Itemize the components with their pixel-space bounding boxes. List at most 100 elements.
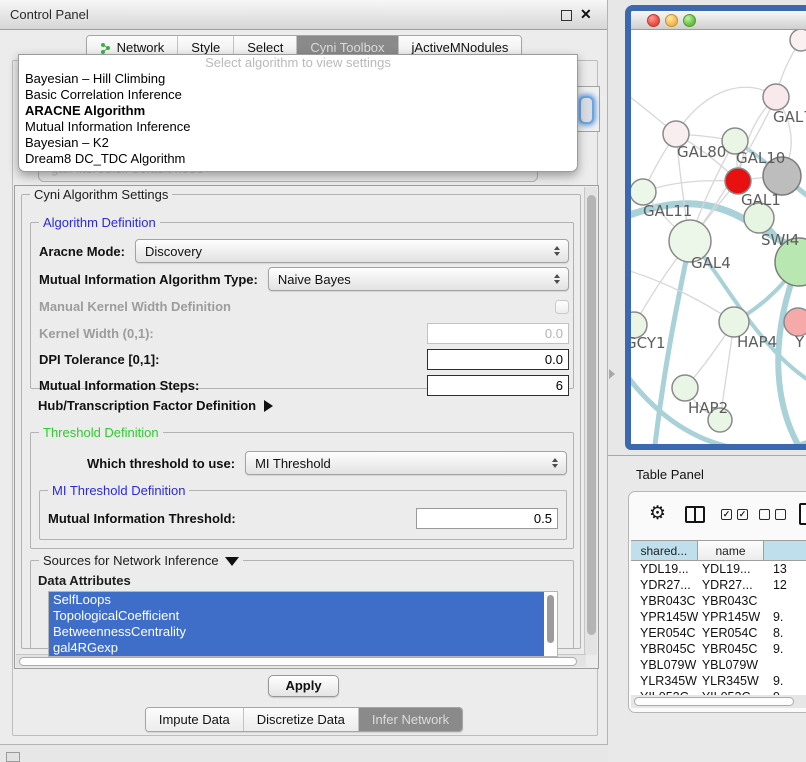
node-hap2[interactable]	[672, 375, 698, 401]
table-row[interactable]: YER054CYER054C8.	[631, 625, 806, 641]
node-salmon[interactable]	[784, 308, 806, 336]
table-cell[interactable]: YER054C	[631, 625, 698, 641]
table-cell[interactable]: YBL079W	[698, 657, 764, 673]
attribute-list-item[interactable]: BetweennessCentrality	[49, 624, 544, 640]
table-toolbar: ⚙ ✓✓	[629, 492, 806, 538]
show-columns-icon[interactable]	[685, 506, 705, 523]
node-top[interactable]	[790, 30, 806, 51]
aracne-mode-label: Aracne Mode:	[39, 244, 125, 259]
table-cell[interactable]	[764, 657, 806, 673]
minimize-traffic-light-icon[interactable]	[665, 14, 678, 27]
combobox-value: Discovery	[145, 244, 550, 259]
column-header-name[interactable]: name	[698, 540, 765, 561]
focused-stepper[interactable]	[579, 96, 594, 124]
dpi-tolerance-field[interactable]: 0.0	[427, 349, 569, 370]
threshold-definition-group: Threshold Definition Which threshold to …	[30, 432, 574, 549]
network-view-window[interactable]: GAL7GAL80GAL10GAL1GAL11SWI4GAL4GCY1HAP4Y…	[625, 5, 806, 450]
table-cell[interactable]: 9.	[764, 609, 806, 625]
data-attributes-list[interactable]: SelfLoopsTopologicalCoefficientBetweenne…	[48, 591, 558, 657]
settings-scrollpane: Cyni Algorithm Settings Algorithm Defini…	[14, 185, 599, 669]
float-panel-icon[interactable]	[561, 10, 572, 21]
table-cell[interactable]: YER054C	[698, 625, 764, 641]
table-cell[interactable]: YBR045C	[698, 641, 764, 657]
aracne-mode-combobox[interactable]: Discovery	[135, 239, 569, 263]
table-cell[interactable]: YLR345W	[698, 673, 764, 689]
list-scrollbar-thumb[interactable]	[547, 595, 554, 643]
vertical-scrollbar-thumb[interactable]	[587, 195, 596, 635]
which-threshold-combobox[interactable]: MI Threshold	[245, 451, 567, 475]
kernel-width-field[interactable]: 0.0	[427, 323, 569, 344]
dropdown-item[interactable]: ARACNE Algorithm	[19, 103, 577, 119]
table-row[interactable]: YPR145WYPR145W9.	[631, 609, 806, 625]
table-cell[interactable]: YDR27...	[631, 577, 698, 593]
attribute-list-item[interactable]: SelfLoops	[49, 592, 544, 608]
tab-infer-network[interactable]: Infer Network	[358, 708, 462, 731]
table-cell[interactable]: 9.	[764, 673, 806, 689]
table-cell[interactable]: 12	[764, 577, 806, 593]
node-gal7[interactable]	[763, 84, 789, 110]
splitter-handle[interactable]	[609, 369, 615, 379]
table-cell[interactable]: YDR27...	[698, 577, 764, 593]
table-cell[interactable]: YBR043C	[631, 593, 698, 609]
dropdown-item[interactable]: Dream8 DC_TDC Algorithm	[19, 151, 577, 167]
table-cell[interactable]: YDL19...	[631, 561, 698, 577]
zoom-traffic-light-icon[interactable]	[683, 14, 696, 27]
mi-steps-field[interactable]: 6	[427, 375, 569, 396]
which-threshold-label: Which threshold to use:	[87, 456, 235, 471]
mi-algorithm-type-combobox[interactable]: Naive Bayes	[268, 267, 569, 291]
hub-definition-toggle[interactable]: Hub/Transcription Factor Definition	[38, 398, 273, 413]
vertical-scrollbar[interactable]	[584, 187, 597, 655]
close-panel-icon[interactable]: ✕	[580, 6, 592, 23]
export-table-icon[interactable]	[799, 503, 806, 525]
mi-threshold-field[interactable]: 0.5	[416, 508, 558, 529]
deselect-all-columns-icon[interactable]	[759, 509, 786, 520]
attribute-list-item[interactable]: TopologicalCoefficient	[49, 608, 544, 624]
table-row[interactable]: YDL19...YDL19...13	[631, 561, 806, 577]
column-header-partial[interactable]	[764, 540, 806, 561]
dropdown-item[interactable]: Bayesian – Hill Climbing	[19, 71, 577, 87]
dropdown-item[interactable]: Basic Correlation Inference	[19, 87, 577, 103]
manual-kernel-width-checkbox[interactable]	[555, 300, 569, 314]
table-row[interactable]: YLR345WYLR345W9.	[631, 673, 806, 689]
network-canvas[interactable]: GAL7GAL80GAL10GAL1GAL11SWI4GAL4GCY1HAP4Y…	[631, 30, 806, 444]
panel-title: Control Panel	[10, 7, 89, 22]
table-row[interactable]: YDR27...YDR27...12	[631, 577, 806, 593]
table-row[interactable]: YBR043CYBR043C	[631, 593, 806, 609]
table-cell[interactable]: YBR043C	[698, 593, 764, 609]
table-cell[interactable]: YBL079W	[631, 657, 698, 673]
table-horizontal-scrollbar[interactable]	[631, 695, 806, 708]
table-cell[interactable]: YDL19...	[698, 561, 764, 577]
table-cell[interactable]: 8.	[764, 625, 806, 641]
kernel-width-label: Kernel Width (0,1):	[39, 326, 154, 341]
mi-algorithm-type-label: Mutual Information Algorithm Type:	[39, 272, 258, 287]
horizontal-scrollbar-thumb[interactable]	[19, 657, 577, 666]
sources-group-title[interactable]: Sources for Network Inference	[39, 553, 243, 568]
node-hap4-label: HAP4	[737, 333, 777, 351]
bottom-tabbar: Impute Data Discretize Data Infer Networ…	[145, 707, 463, 732]
table-row[interactable]: YBR045CYBR045C9.	[631, 641, 806, 657]
table-cell[interactable]: YBR045C	[631, 641, 698, 657]
column-header-shared[interactable]: shared...	[631, 540, 698, 561]
table-cell[interactable]: YPR145W	[631, 609, 698, 625]
table-cell[interactable]: YPR145W	[698, 609, 764, 625]
table-cell[interactable]: 9.	[764, 641, 806, 657]
select-all-columns-icon[interactable]: ✓✓	[721, 509, 748, 520]
dropdown-item[interactable]: Mutual Information Inference	[19, 119, 577, 135]
table-row[interactable]: YBL079WYBL079W	[631, 657, 806, 673]
panel-corner-icon[interactable]	[6, 752, 20, 762]
close-traffic-light-icon[interactable]	[647, 14, 660, 27]
table-cell[interactable]: 13	[764, 561, 806, 577]
tab-impute-data[interactable]: Impute Data	[146, 708, 243, 731]
tab-discretize-data[interactable]: Discretize Data	[243, 708, 358, 731]
network-edge	[643, 181, 738, 192]
apply-button[interactable]: Apply	[268, 675, 339, 697]
group-title: Cyni Algorithm Settings	[30, 187, 172, 202]
node-gal10-label: GAL10	[736, 149, 785, 167]
dropdown-item[interactable]: Bayesian – K2	[19, 135, 577, 151]
table-horizontal-scrollbar-thumb[interactable]	[634, 697, 794, 706]
table-cell[interactable]: YLR345W	[631, 673, 698, 689]
node-gal7-label: GAL7	[773, 108, 806, 126]
attribute-list-item[interactable]: gal4RGexp	[49, 640, 544, 656]
table-cell[interactable]	[764, 593, 806, 609]
gear-icon[interactable]: ⚙	[649, 502, 666, 525]
